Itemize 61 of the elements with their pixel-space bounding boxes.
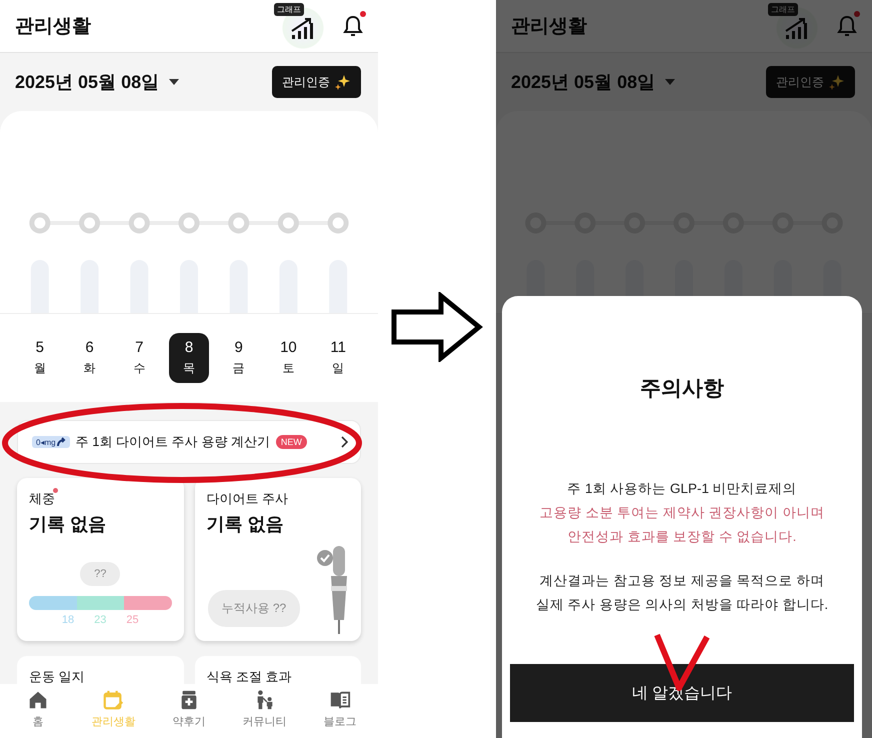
card-title: 체중: [29, 490, 55, 508]
card-title: 다이어트 주사: [206, 490, 288, 508]
usage-pill: 누적사용 ??: [208, 590, 300, 627]
bar-chart-icon: [784, 17, 810, 41]
summary-card[interactable]: 운동 일지: [17, 656, 184, 684]
day-point: [278, 212, 299, 234]
notice-line: 실제 주사 용량은 의사의 처방을 따라야 합니다.: [536, 596, 828, 614]
day-tab[interactable]: 5 월: [20, 333, 60, 383]
date-picker[interactable]: 2025년 05월 08일: [15, 70, 180, 94]
nav-tab[interactable]: 커뮤니티: [226, 684, 302, 734]
warning-line: 안전성과 효과를 보장할 수 없습니다.: [568, 528, 796, 546]
day-tab[interactable]: 10 토: [268, 333, 308, 383]
warning-line: 고용량 소분 투여는 제약사 권장사항이 아니며: [540, 504, 824, 522]
day-point: [79, 212, 100, 234]
graph-badge: 그래프: [768, 3, 798, 16]
banner-label: 주 1회 다이어트 주사 용량 계산기: [76, 433, 270, 451]
record-card[interactable]: 다이어트 주사 기록 없음 누적사용 ??: [194, 478, 361, 641]
nav-tab[interactable]: 홈: [0, 684, 76, 734]
sparkle-icon: [335, 74, 351, 90]
graph-badge: 그래프: [274, 3, 304, 16]
value-pill: ??: [80, 562, 120, 586]
day-point: [178, 212, 200, 234]
scale-label: 25: [126, 614, 139, 626]
screen-title: 관리생활: [15, 15, 91, 39]
graph-button[interactable]: 그래프: [274, 3, 324, 49]
day-point: [328, 212, 349, 234]
card-value: 기록 없음: [206, 513, 285, 536]
day-tab[interactable]: 11 일: [318, 333, 358, 383]
calculator-banner[interactable]: 0◂mg 주 1회 다이어트 주사 용량 계산기 NEW: [17, 420, 361, 464]
notification-bell-icon[interactable]: [342, 14, 364, 38]
check-circle-icon: [317, 550, 333, 566]
card-value: 기록 없음: [29, 513, 108, 536]
summary-card[interactable]: 식욕 조절 효과: [194, 656, 361, 684]
scale-label: 18: [62, 614, 74, 626]
injection-pen-icon: [329, 546, 349, 634]
sparkle-icon: [829, 74, 845, 90]
day-point: [29, 212, 50, 234]
confirm-button[interactable]: 네 알겠습니다: [510, 664, 854, 722]
bar-chart-icon: [290, 17, 316, 41]
chevron-right-icon: [341, 436, 348, 448]
calendar-icon: [102, 689, 124, 711]
new-badge: NEW: [276, 435, 307, 449]
certify-button[interactable]: 관리인증: [272, 66, 361, 98]
record-card[interactable]: 체중 기록 없음 ?? 18 23 25: [17, 478, 184, 641]
notice-line: 계산결과는 참고용 정보 제공을 목적으로 하며: [540, 572, 824, 590]
nav-tab[interactable]: 약후기: [151, 684, 227, 734]
day-point: [128, 212, 150, 234]
day-tab[interactable]: 9 금: [218, 333, 259, 383]
caret-icon: [169, 79, 180, 85]
scale-label: 23: [94, 614, 106, 626]
notice-line: 주 1회 사용하는 GLP-1 비만치료제의: [567, 480, 797, 498]
day-tab[interactable]: 6 화: [70, 333, 110, 383]
day-tab[interactable]: 7 수: [119, 333, 160, 383]
nav-tab[interactable]: 블로그: [302, 684, 378, 734]
modal-title: 주의사항: [640, 376, 724, 402]
book-icon: [329, 689, 352, 711]
day-tab[interactable]: 8 목: [168, 333, 209, 383]
day-point: [228, 212, 250, 234]
caret-icon: [665, 79, 676, 85]
screen-title: 관리생활: [511, 15, 587, 39]
dose-pen-icon: 0◂mg: [32, 436, 70, 448]
